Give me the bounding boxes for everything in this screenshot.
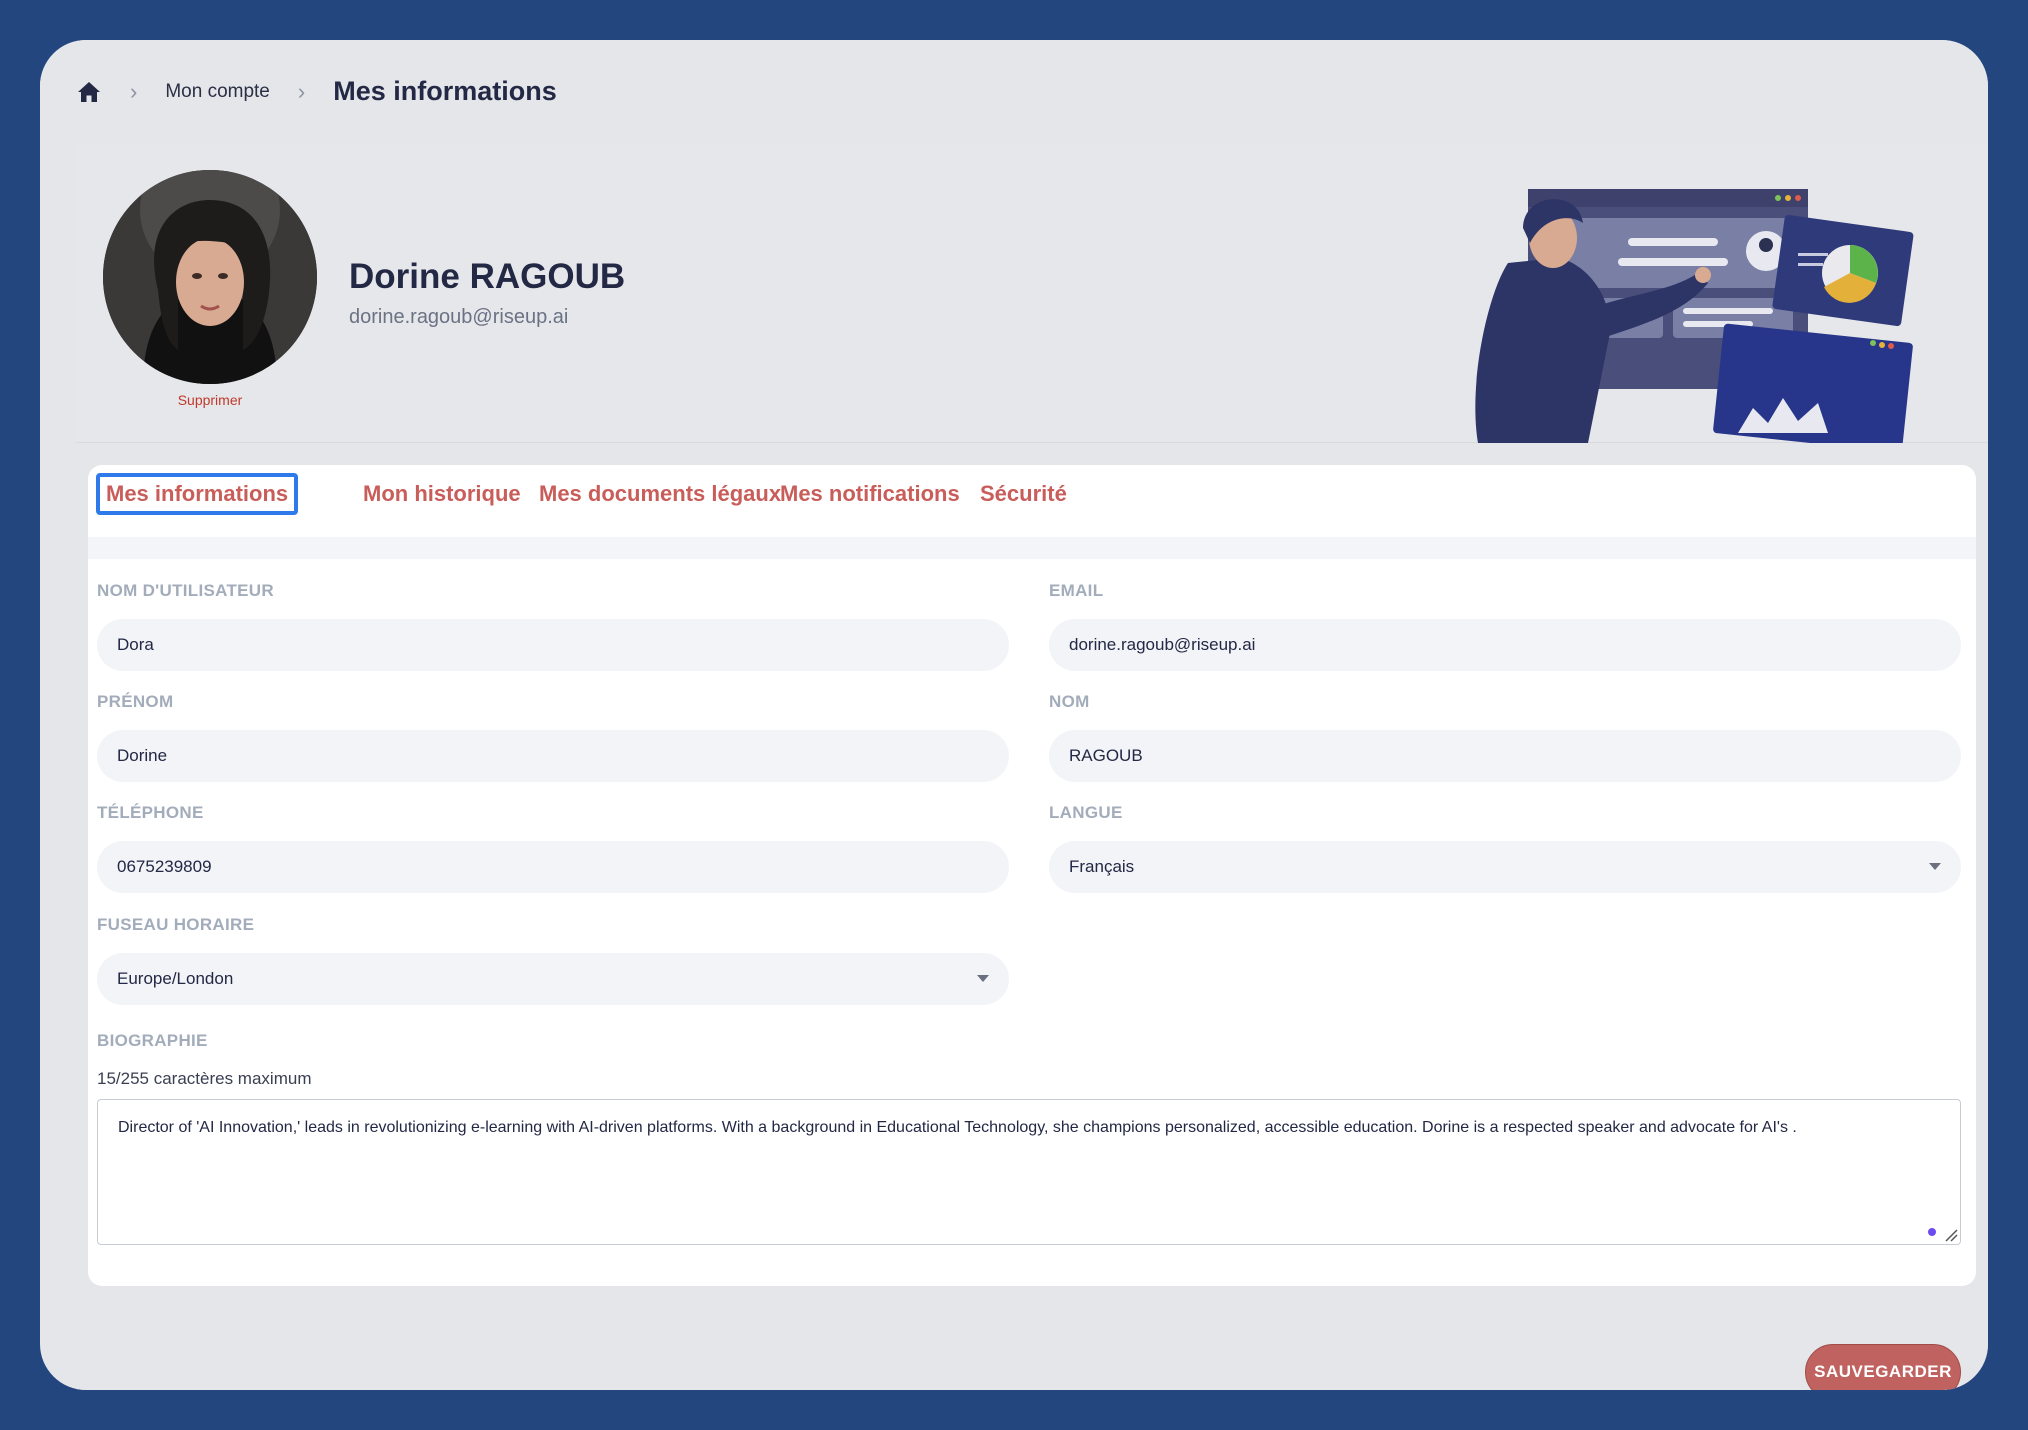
lastname-value: RAGOUB <box>1069 746 1143 765</box>
breadcrumb-account[interactable]: Mon compte <box>165 81 270 103</box>
tab-mes-notifications[interactable]: Mes notifications <box>780 473 960 515</box>
dashboard-illustration <box>1475 189 1914 443</box>
app-window: › Mon compte › Mes informations Supprime… <box>40 40 1988 1390</box>
profile-form-card: Mes informations Mon historique Mes docu… <box>88 465 1976 1286</box>
lastname-label: NOM <box>1049 692 1090 711</box>
username-input[interactable]: Dora <box>97 619 1009 671</box>
tab-mes-documents-legaux[interactable]: Mes documents légaux <box>539 473 781 515</box>
email-label: EMAIL <box>1049 581 1104 600</box>
username-label: NOM D'UTILISATEUR <box>97 581 274 600</box>
tab-mon-historique[interactable]: Mon historique <box>363 473 521 515</box>
grammar-check-icon[interactable] <box>1928 1228 1936 1236</box>
bio-value: Director of 'AI Innovation,' leads in re… <box>118 1119 1797 1136</box>
profile-header: Supprimer Dorine RAGOUB dorine.ragoub@ri… <box>76 143 1988 443</box>
timezone-value: Europe/London <box>117 969 234 988</box>
bio-label: BIOGRAPHIE <box>97 1031 208 1050</box>
email-value: dorine.ragoub@riseup.ai <box>1069 635 1256 654</box>
delete-avatar-link[interactable]: Supprimer <box>103 392 317 408</box>
save-button[interactable]: SAUVEGARDER <box>1805 1344 1961 1390</box>
breadcrumb: › Mon compte › Mes informations <box>40 40 1988 143</box>
phone-value: 0675239809 <box>117 857 212 876</box>
tab-bar: Mes informations Mon historique Mes docu… <box>88 465 1976 537</box>
user-name: Dorine RAGOUB <box>349 257 626 296</box>
chevron-down-icon <box>977 975 989 982</box>
timezone-select[interactable]: Europe/London <box>97 953 1009 1005</box>
tab-securite[interactable]: Sécurité <box>980 473 1067 515</box>
language-value: Français <box>1069 857 1135 876</box>
page-title: Mes informations <box>333 76 557 106</box>
bio-char-count: 15/255 caractères maximum <box>97 1069 312 1088</box>
firstname-value: Dorine <box>117 746 168 765</box>
chevron-right-icon: › <box>130 78 138 104</box>
bio-textarea[interactable]: Director of 'AI Innovation,' leads in re… <box>97 1099 1961 1245</box>
tab-mes-informations[interactable]: Mes informations <box>96 473 299 515</box>
email-input[interactable]: dorine.ragoub@riseup.ai <box>1049 619 1961 671</box>
username-value: Dora <box>117 635 154 654</box>
timezone-label: FUSEAU HORAIRE <box>97 915 255 934</box>
phone-label: TÉLÉPHONE <box>97 803 204 822</box>
phone-input[interactable]: 0675239809 <box>97 841 1009 893</box>
tab-divider <box>88 537 1976 559</box>
lastname-input[interactable]: RAGOUB <box>1049 730 1961 782</box>
firstname-input[interactable]: Dorine <box>97 730 1009 782</box>
chevron-down-icon <box>1929 863 1941 870</box>
chevron-right-icon: › <box>297 78 306 104</box>
avatar[interactable] <box>103 170 317 384</box>
home-icon[interactable] <box>76 79 102 105</box>
language-select[interactable]: Français <box>1049 841 1961 893</box>
main-content: Supprimer Dorine RAGOUB dorine.ragoub@ri… <box>76 143 1988 1390</box>
resize-handle-icon[interactable] <box>1942 1226 1958 1242</box>
firstname-label: PRÉNOM <box>97 692 174 711</box>
language-label: LANGUE <box>1049 803 1123 822</box>
user-email: dorine.ragoub@riseup.ai <box>349 306 569 328</box>
